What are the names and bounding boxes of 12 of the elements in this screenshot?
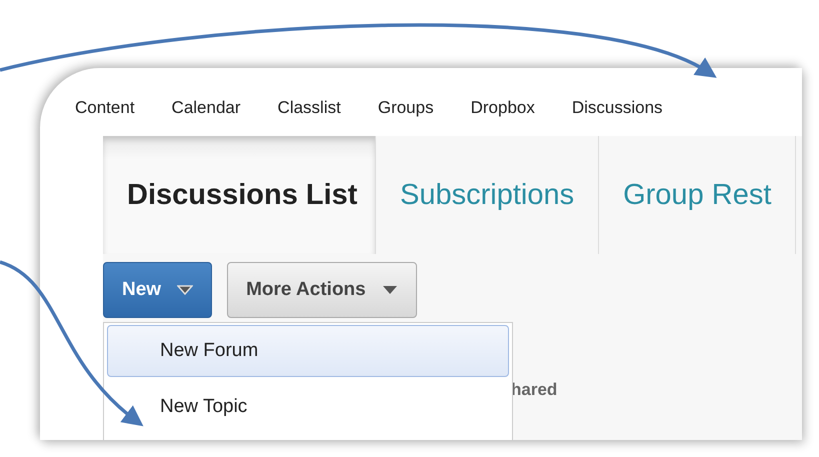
more-actions-button[interactable]: More Actions [227,262,417,318]
nav-link[interactable]: Dropbox [470,98,535,118]
nav-link[interactable]: Discussions [572,98,663,118]
nav-link[interactable]: Classlist [278,98,341,118]
caret-icon [177,285,194,295]
nav-link[interactable]: Calendar [172,98,241,118]
nav-link[interactable]: Groups [378,98,434,118]
menu-item[interactable]: New Forum [107,325,509,377]
new-button[interactable]: New [103,262,212,318]
caret-icon [382,285,398,295]
nav-link[interactable]: Content [75,98,135,118]
tab[interactable]: Discussions List [103,136,376,254]
